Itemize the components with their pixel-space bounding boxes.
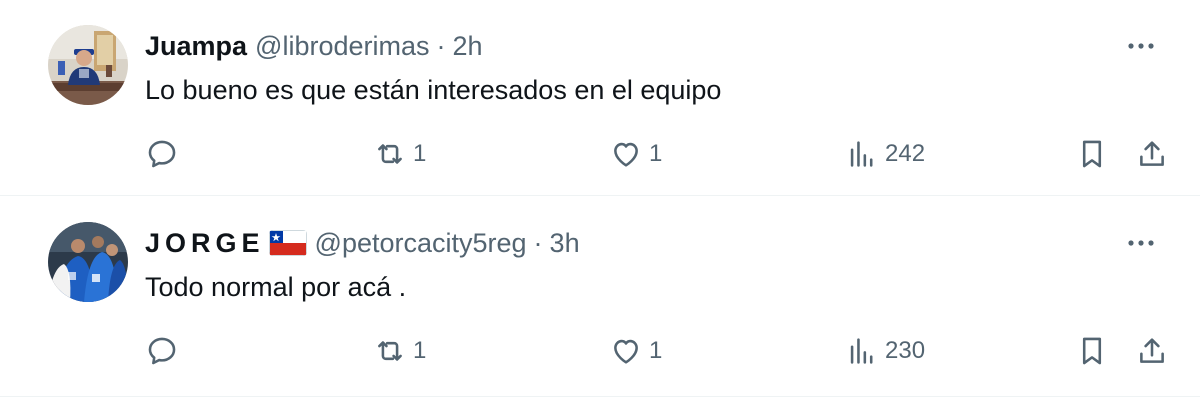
- user-handle[interactable]: @petorcacity5reg: [315, 225, 527, 261]
- chile-flag-icon: [268, 230, 307, 256]
- retweet-count: 1: [413, 337, 427, 364]
- like-button[interactable]: 1: [609, 331, 662, 371]
- share-upload-icon: [1140, 141, 1164, 166]
- more-options-button[interactable]: [1124, 229, 1158, 257]
- timestamp[interactable]: 3h: [550, 225, 580, 261]
- avatar-jorge-image: [48, 222, 128, 302]
- retweet-button[interactable]: 1: [373, 331, 426, 371]
- share-upload-icon: [1140, 338, 1164, 363]
- reply-button[interactable]: [145, 331, 185, 371]
- bookmark-button[interactable]: [1075, 331, 1109, 371]
- display-name[interactable]: Juampa: [145, 28, 247, 64]
- tweet-text: Lo bueno es que están interesados en el …: [145, 75, 722, 105]
- views-bars-icon: [850, 141, 873, 167]
- tweet-juampa[interactable]: Juampa @libroderimas · 2h Lo bueno es qu…: [0, 0, 1200, 196]
- bookmark-button[interactable]: [1075, 134, 1109, 174]
- tweet-actions: 1 1 230: [0, 331, 1200, 371]
- more-options-button[interactable]: [1124, 32, 1158, 60]
- retweet-arrows-icon: [378, 144, 402, 164]
- user-handle[interactable]: @libroderimas: [255, 28, 429, 64]
- more-dots-icon: [1128, 43, 1154, 49]
- views-count: 242: [885, 140, 926, 167]
- views-bars-icon: [850, 338, 873, 364]
- heart-icon: [614, 142, 638, 167]
- tweet-text: Todo normal por acá .: [145, 272, 407, 302]
- avatar[interactable]: [48, 25, 128, 105]
- display-name[interactable]: JORGE: [145, 225, 265, 261]
- replies-feed: Juampa @libroderimas · 2h Lo bueno es qu…: [0, 0, 1200, 399]
- like-button[interactable]: 1: [609, 134, 662, 174]
- views-button[interactable]: 242: [845, 134, 925, 174]
- views-button[interactable]: 230: [845, 331, 925, 371]
- reply-bubble-icon: [148, 140, 176, 168]
- tweet-header: Juampa @libroderimas · 2h: [145, 28, 483, 64]
- reply-bubble-icon: [148, 337, 176, 365]
- share-button[interactable]: [1135, 134, 1169, 174]
- separator-dot: ·: [533, 228, 543, 258]
- reply-button[interactable]: [145, 134, 185, 174]
- tweet-header: JORGE @petorcacity5reg · 3h: [145, 225, 580, 261]
- avatar-juampa-image: [48, 25, 128, 105]
- like-count: 1: [649, 337, 663, 364]
- bookmark-icon: [1082, 140, 1102, 168]
- retweet-button[interactable]: 1: [373, 134, 426, 174]
- share-button[interactable]: [1135, 331, 1169, 371]
- avatar[interactable]: [48, 222, 128, 302]
- separator-dot: ·: [436, 31, 446, 61]
- tweet-actions: 1 1 242: [0, 134, 1200, 174]
- bookmark-icon: [1082, 337, 1102, 365]
- views-count: 230: [885, 337, 926, 364]
- tweet-jorge[interactable]: JORGE @petorcacity5reg · 3h Todo normal …: [0, 197, 1200, 397]
- retweet-arrows-icon: [378, 341, 402, 361]
- like-count: 1: [649, 140, 663, 167]
- retweet-count: 1: [413, 140, 427, 167]
- more-dots-icon: [1128, 240, 1154, 246]
- heart-icon: [614, 339, 638, 364]
- timestamp[interactable]: 2h: [453, 28, 483, 64]
